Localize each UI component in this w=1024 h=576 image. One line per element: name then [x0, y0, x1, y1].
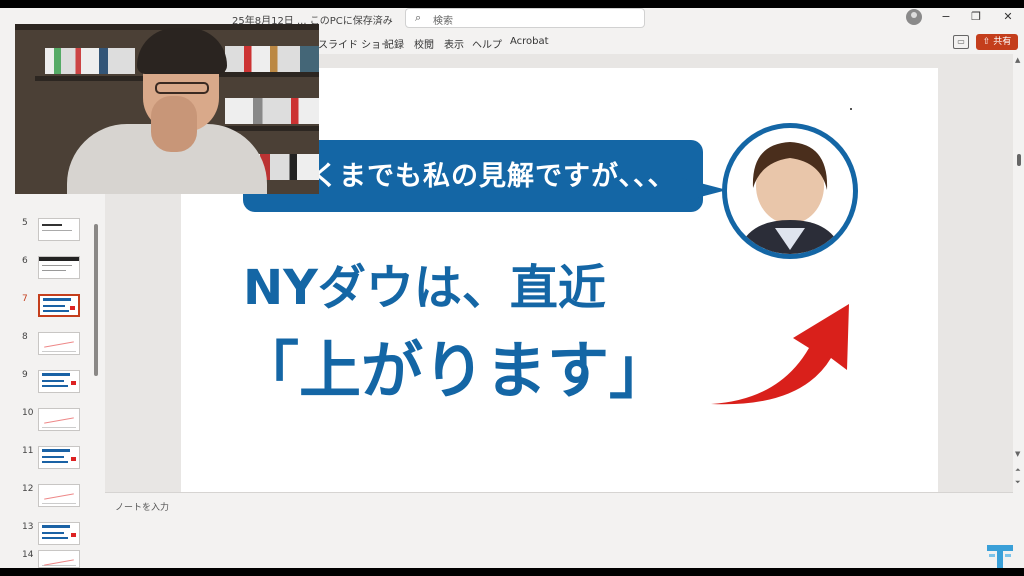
letterbox-top: [0, 0, 1024, 8]
thumbnail-image: [38, 522, 80, 545]
slide-number: 9: [22, 370, 28, 380]
thumbnail-scrollbar[interactable]: [94, 224, 98, 376]
share-label: 共有: [993, 37, 1012, 47]
slide-number: 12: [22, 484, 34, 494]
slide-number: 5: [22, 218, 28, 228]
book-row: [225, 98, 319, 124]
scroll-down-icon[interactable]: ▼: [1015, 450, 1020, 458]
up-arrow-icon: [711, 304, 849, 405]
prev-slide-icon[interactable]: ⏶: [1015, 466, 1021, 475]
scroll-up-icon[interactable]: ▲: [1015, 56, 1020, 64]
restore-button[interactable]: ❐: [962, 8, 990, 26]
book-row: [45, 48, 135, 74]
notes-placeholder: ノートを入力: [115, 503, 170, 513]
bubble-text[interactable]: くまでも私の見解ですが、、、: [311, 154, 675, 193]
stray-dot: [850, 108, 852, 110]
next-slide-icon[interactable]: ⏷: [1015, 478, 1021, 487]
shelf-board: [35, 76, 145, 81]
slide-thumbnail[interactable]: 8: [0, 332, 100, 368]
vertical-scrollbar[interactable]: ▲ ▼ ⏶ ⏷: [1013, 54, 1024, 492]
tab-view[interactable]: 表示: [444, 36, 464, 51]
tab-slideshow[interactable]: スライド ショー: [318, 36, 391, 51]
slide-thumbnail[interactable]: 9: [0, 370, 100, 406]
slide-thumbnail[interactable]: 10: [0, 408, 100, 444]
minimize-button[interactable]: −: [932, 8, 960, 26]
tab-acrobat[interactable]: Acrobat: [510, 36, 549, 47]
search-placeholder: 検索: [433, 16, 453, 27]
presenter-portrait: [737, 142, 843, 254]
thumbnail-image: [38, 294, 80, 317]
speech-bubble-tail: [681, 178, 727, 202]
share-button[interactable]: ⇧ 共有: [976, 34, 1018, 50]
slide-big-text[interactable]: 「上がります」: [237, 320, 671, 410]
person-glasses: [155, 82, 209, 94]
scrollbar-thumb[interactable]: [1017, 154, 1021, 166]
slide-thumbnail[interactable]: 5: [0, 218, 100, 254]
webcam-overlay: [15, 24, 319, 194]
thumbnail-image: [38, 550, 80, 568]
search-box[interactable]: ⌕ 検索: [405, 8, 645, 28]
notes-pane[interactable]: ノートを入力: [105, 492, 1013, 568]
slide-number: 7: [22, 294, 28, 304]
powerpoint-window: 25年8月12日 ... このPCに保存済み ⌕ 検索 − ❐ ✕ スライド シ…: [0, 8, 1024, 573]
thumbnail-image: [38, 332, 80, 355]
thumbnail-image: [38, 256, 80, 279]
tab-help[interactable]: ヘルプ: [472, 36, 502, 51]
search-icon: ⌕: [415, 11, 422, 24]
slide-number: 8: [22, 332, 28, 342]
slide-headline[interactable]: NYダウは、直近: [243, 248, 606, 318]
book-row: [225, 46, 319, 72]
slide-number: 10: [22, 408, 34, 418]
thumbnail-image: [38, 484, 80, 507]
close-button[interactable]: ✕: [994, 8, 1022, 26]
tab-review[interactable]: 校閲: [414, 36, 434, 51]
comment-icon[interactable]: ▭: [953, 35, 969, 49]
slide-number: 11: [22, 446, 34, 456]
letterbox-bottom: [0, 568, 1024, 576]
tab-record[interactable]: 記録: [384, 36, 404, 51]
slide-number: 14: [22, 550, 34, 560]
slide-thumbnail[interactable]: 11: [0, 446, 100, 482]
thumbnail-image: [38, 446, 80, 469]
slide-thumbnail[interactable]: 12: [0, 484, 100, 520]
slide-number: 6: [22, 256, 28, 266]
thumbnail-image: [38, 218, 80, 241]
thumbnail-image: [38, 370, 80, 393]
slide-thumbnail-active[interactable]: 7: [0, 294, 100, 330]
account-avatar[interactable]: [906, 9, 922, 25]
person-hair: [137, 28, 227, 74]
person-hand: [151, 96, 197, 152]
presenter-photo[interactable]: [722, 123, 858, 259]
slide-number: 13: [22, 522, 34, 532]
thumbnail-image: [38, 408, 80, 431]
slide-thumbnail[interactable]: 6: [0, 256, 100, 292]
shelf-board: [215, 72, 319, 77]
